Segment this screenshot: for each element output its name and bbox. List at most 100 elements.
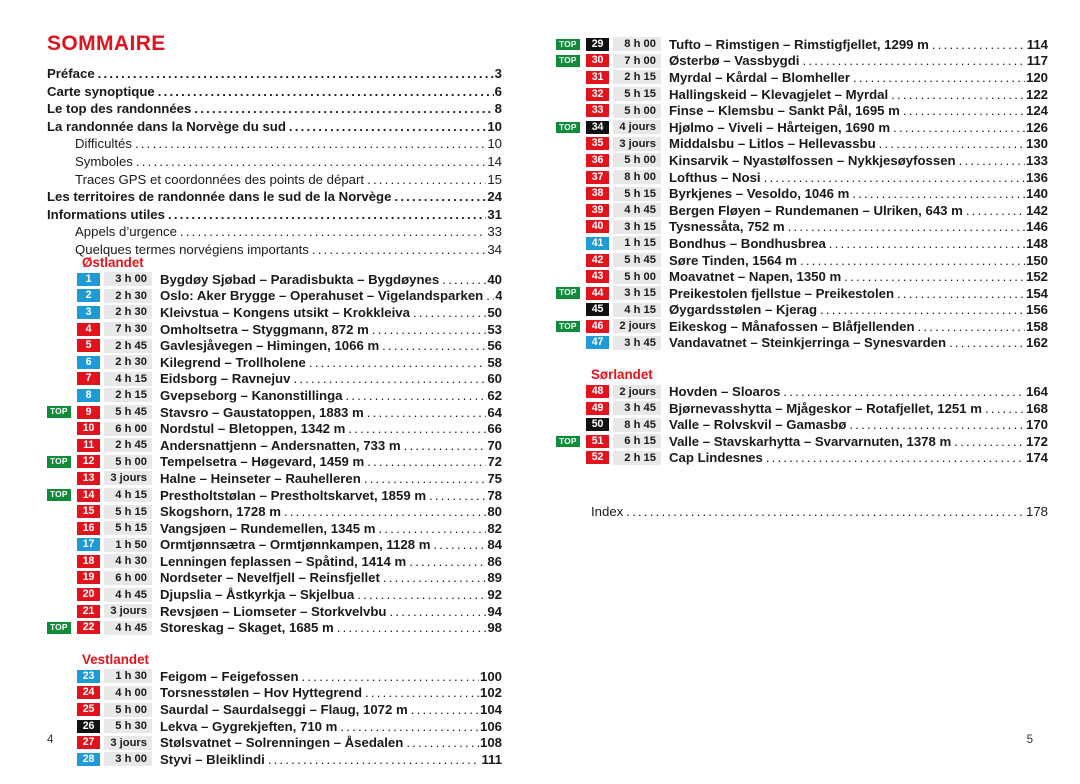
hike-page: 142 — [1025, 202, 1048, 218]
hike-title-wrap: Bjørnevasshytta – Mjågeskor – Rotafjelle… — [669, 401, 1048, 416]
hike-row[interactable]: 28 3 h 00 Styvi – Bleiklindi 111 — [47, 751, 502, 768]
hike-page: 62 — [487, 387, 502, 403]
hike-row[interactable]: 37 8 h 00 Lofthus – Nosi 136 — [556, 169, 1048, 186]
hike-row[interactable]: 4 7 h 30 Omholtsetra – Styggmann, 872 m 53 — [47, 321, 502, 338]
hike-row[interactable]: 7 4 h 15 Eidsborg – Ravnejuv 60 — [47, 371, 502, 388]
hike-row[interactable]: 17 1 h 50 Ormtjønnsætra – Ormtjønnkampen, … — [47, 537, 502, 554]
hike-page: 172 — [1025, 433, 1048, 449]
hike-row[interactable]: 25 5 h 00 Saurdal – Saurdalseggi – Flaug, … — [47, 701, 502, 718]
hike-row[interactable]: 15 5 h 15 Skogshorn, 1728 m 80 — [47, 503, 502, 520]
hike-row[interactable]: 36 5 h 00 Kinsarvik – Nyastølfossen – Nykk… — [556, 152, 1048, 169]
hike-row[interactable]: 47 3 h 45 Vandavatnet – Steinkjerringa – S… — [556, 335, 1048, 352]
hike-row[interactable]: 24 4 h 00 Torsnesstølen – Hov Hyttegrend 10… — [47, 685, 502, 702]
toc-entry[interactable]: Symboles 14 — [47, 153, 502, 171]
hike-row[interactable]: 21 3 jours Revsjøen – Liomseter – Storkvel… — [47, 603, 502, 620]
hike-row[interactable]: TOP 44 3 h 15 Preikestolen fjellstue – Prei… — [556, 285, 1048, 302]
hike-row[interactable]: TOP 22 4 h 45 Storeskag – Skaget, 1685 m 98 — [47, 619, 502, 636]
hike-row[interactable]: 27 3 jours Stølsvatnet – Solrenningen – Ås… — [47, 734, 502, 751]
hike-row[interactable]: 45 4 h 15 Øygardsstølen – Kjerag 156 — [556, 302, 1048, 319]
hike-number-slot: 11 — [75, 438, 102, 452]
hike-row[interactable]: 10 6 h 00 Nordstul – Bletoppen, 1342 m 66 — [47, 420, 502, 437]
hike-number-slot: 10 — [75, 422, 102, 436]
toc-entry[interactable]: Difficultés 10 — [47, 135, 502, 153]
hike-number-badge: 34 — [586, 120, 609, 134]
hike-title-wrap: Saurdal – Saurdalseggi – Flaug, 1072 m 10… — [160, 702, 502, 717]
hike-row[interactable]: 23 1 h 30 Feigom – Feigefossen 100 — [47, 668, 502, 685]
hike-row[interactable]: 31 2 h 15 Myrdal – Kårdal – Blomheller 120 — [556, 69, 1048, 86]
toc-entry[interactable]: Traces GPS et coordonnées des points de … — [47, 171, 502, 189]
hike-row[interactable]: 41 1 h 15 Bondhus – Bondhusbrea 148 — [556, 235, 1048, 252]
hike-row[interactable]: 52 2 h 15 Cap Lindesnes 174 — [556, 450, 1048, 467]
hike-row[interactable]: 42 5 h 45 Søre Tinden, 1564 m 150 — [556, 252, 1048, 269]
hike-row[interactable]: 20 4 h 45 Djupslia – Åstkyrkja – Skjelbua 9… — [47, 586, 502, 603]
hike-row[interactable]: TOP 30 7 h 00 Østerbø – Vassbygdi 117 — [556, 53, 1048, 70]
hike-row[interactable]: 19 6 h 00 Nordseter – Nevelfjell – Reinsfj… — [47, 570, 502, 587]
hike-row[interactable]: 49 3 h 45 Bjørnevasshytta – Mjågeskor – Ro… — [556, 400, 1048, 417]
dot-leader — [365, 685, 479, 700]
hike-page: 82 — [487, 520, 502, 536]
toc-entry[interactable]: Appels d’urgence 33 — [47, 223, 502, 241]
hike-row[interactable]: 3 2 h 30 Kleivstua – Kongens utsikt – Krok… — [47, 304, 502, 321]
hike-duration: 8 h 00 — [613, 170, 661, 185]
hike-page: 122 — [1025, 86, 1048, 102]
hike-row[interactable]: 11 2 h 45 Andersnattjenn – Andersnatten, 7… — [47, 437, 502, 454]
hike-row[interactable]: 13 3 jours Halne – Heinseter – Rauhelleren… — [47, 470, 502, 487]
hike-row[interactable]: TOP 14 4 h 15 Prestholtstølan – Prestholtsk… — [47, 487, 502, 504]
hike-row[interactable]: TOP 29 8 h 00 Tufto – Rimstigen – Rimstigfj… — [556, 36, 1048, 53]
hike-name: Gvepseborg – Kanonstillinga — [160, 387, 343, 403]
hike-duration: 2 h 15 — [104, 388, 152, 403]
hike-row[interactable]: 2 2 h 30 Oslo: Aker Brygge – Operahuset – … — [47, 288, 502, 305]
hike-row[interactable]: 18 4 h 30 Lenningen feplassen – Spåtind, 1… — [47, 553, 502, 570]
toc-entry-page: 6 — [494, 83, 502, 99]
hike-duration: 2 jours — [613, 319, 661, 334]
hike-row[interactable]: TOP 34 4 jours Hjølmo – Viveli – Hårteigen,… — [556, 119, 1048, 136]
hike-row[interactable]: 40 3 h 15 Tysnessåta, 752 m 146 — [556, 219, 1048, 236]
hike-row[interactable]: 5 2 h 45 Gavlesjåvegen – Himingen, 1066 m 5… — [47, 337, 502, 354]
hike-row[interactable]: 33 5 h 00 Finse – Klemsbu – Sankt Pål, 169… — [556, 102, 1048, 119]
hike-row[interactable]: 26 5 h 30 Lekva – Gygrekjeften, 710 m 106 — [47, 718, 502, 735]
hike-row[interactable]: 1 3 h 00 Bygdøy Sjøbad – Paradisbukta – By… — [47, 271, 502, 288]
hike-number-slot: 48 — [584, 385, 611, 399]
toc-entry[interactable]: Carte synoptique 6 — [47, 83, 502, 101]
hike-number-badge: 5 — [77, 339, 100, 353]
toc-entry-page: 3 — [494, 66, 502, 81]
top-badge: TOP — [556, 121, 580, 134]
hike-page: 140 — [1025, 186, 1048, 202]
hike-row[interactable]: 39 4 h 45 Bergen Fløyen – Rundemanen – Ulr… — [556, 202, 1048, 219]
hike-row[interactable]: 43 5 h 00 Moavatnet – Napen, 1350 m 152 — [556, 268, 1048, 285]
hike-number-badge: 51 — [586, 434, 609, 448]
hike-row[interactable]: TOP 9 5 h 45 Stavsro – Gaustatoppen, 1883 m… — [47, 404, 502, 421]
hike-title-wrap: Vangsjøen – Rundemellen, 1345 m 82 — [160, 521, 502, 536]
hike-page: 174 — [1025, 450, 1048, 466]
hike-name: Eidsborg – Ravnejuv — [160, 371, 291, 387]
hike-page: 102 — [479, 685, 502, 701]
top-badge-slot — [47, 306, 75, 319]
folio-left: 4 — [47, 734, 54, 746]
hike-number-badge: 16 — [77, 521, 100, 535]
hike-row[interactable]: TOP 12 5 h 00 Tempelsetra – Høgevard, 1459 … — [47, 454, 502, 471]
hike-row[interactable]: TOP 51 6 h 15 Valle – Stavskarhytta – Svarv… — [556, 433, 1048, 450]
hike-number-slot: 19 — [75, 571, 102, 585]
index-entry[interactable]: Index 178 — [556, 504, 1048, 519]
toc-entry[interactable]: Le top des randonnées 8 — [47, 100, 502, 118]
hike-row[interactable]: 16 5 h 15 Vangsjøen – Rundemellen, 1345 m 8… — [47, 520, 502, 537]
hike-row[interactable]: 8 2 h 15 Gvepseborg – Kanonstillinga 62 — [47, 387, 502, 404]
hike-list: 48 2 jours Hovden – Sloaros 164 49 3 h 45 Bjør… — [556, 383, 1048, 466]
hike-row[interactable]: TOP 46 2 jours Eikeskog – Månafossen – Blåf… — [556, 318, 1048, 335]
toc-entry[interactable]: Les territoires de randonnée dans le sud… — [47, 188, 502, 206]
hike-row[interactable]: 50 8 h 45 Valle – Rolvskvil – Gamasbø 170 — [556, 416, 1048, 433]
toc-entry[interactable]: Préface 3 — [47, 65, 502, 83]
hike-list: 1 3 h 00 Bygdøy Sjøbad – Paradisbukta – By… — [47, 271, 502, 636]
hike-row[interactable]: 32 5 h 15 Hallingskeid – Klevagjelet – Myr… — [556, 86, 1048, 103]
hike-row[interactable]: 38 5 h 15 Byrkjenes – Vesoldo, 1046 m 140 — [556, 185, 1048, 202]
hike-name: Hjølmo – Viveli – Hårteigen, 1690 m — [669, 119, 891, 135]
hike-row[interactable]: 35 3 jours Middalsbu – Litlos – Hellevassb… — [556, 136, 1048, 153]
toc-entry[interactable]: Informations utiles 31 — [47, 206, 502, 224]
hike-number-slot: 20 — [75, 588, 102, 602]
hike-row[interactable]: 48 2 jours Hovden – Sloaros 164 — [556, 383, 1048, 400]
hike-row[interactable]: 6 2 h 30 Kilegrend – Trollholene 58 — [47, 354, 502, 371]
hike-page: 60 — [487, 371, 502, 387]
hike-page: 50 — [487, 304, 502, 320]
toc-entry[interactable]: La randonnée dans la Norvège du sud 10 — [47, 118, 502, 136]
hike-page: 75 — [487, 470, 502, 486]
